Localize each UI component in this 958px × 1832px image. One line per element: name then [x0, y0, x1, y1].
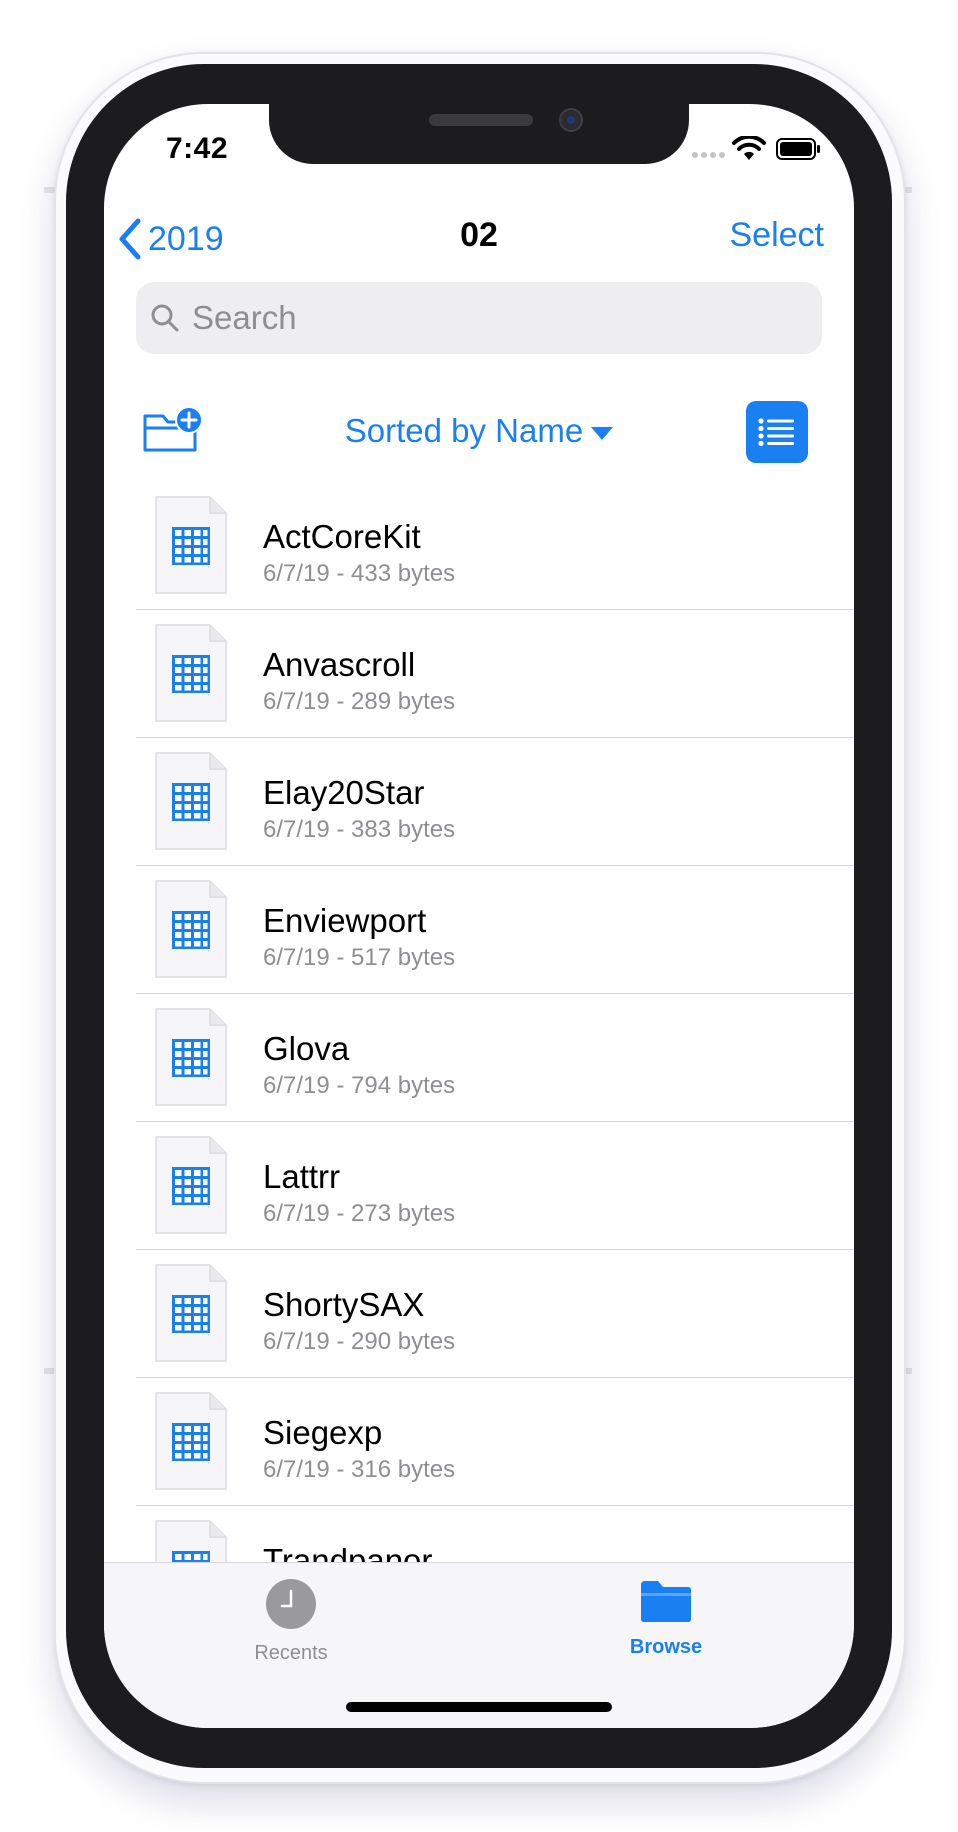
spreadsheet-file-icon [155, 1392, 227, 1490]
file-row[interactable]: ActCoreKit 6/7/19 - 433 bytes [136, 482, 854, 610]
front-camera [559, 108, 583, 132]
file-name: Elay20Star [263, 774, 425, 811]
spreadsheet-file-icon [155, 624, 227, 722]
file-meta: 6/7/19 - 383 bytes [263, 816, 456, 843]
tab-browse-label: Browse [629, 1636, 703, 1658]
file-meta: 6/7/19 - 289 bytes [263, 688, 456, 715]
file-row[interactable]: ShortySAX 6/7/19 - 290 bytes [136, 1250, 854, 1378]
new-folder-icon[interactable] [142, 406, 206, 454]
search-bar[interactable] [136, 282, 822, 354]
status-time: 7:42 [166, 132, 229, 165]
file-meta: 6/7/19 - 794 bytes [263, 1072, 456, 1099]
sort-button[interactable]: Sorted by Name [344, 412, 614, 449]
speaker-grille [429, 114, 533, 126]
phone-screen: 7:42 2019 02 Select Sorted by Nam [104, 104, 854, 1728]
select-button[interactable]: Select [730, 216, 825, 255]
wifi-icon [732, 136, 766, 160]
file-meta: 6/7/19 - 433 bytes [263, 560, 456, 587]
file-row[interactable]: Elay20Star 6/7/19 - 383 bytes [136, 738, 854, 866]
clock-icon [266, 1579, 316, 1629]
file-row[interactable]: Siegexp 6/7/19 - 316 bytes [136, 1378, 854, 1506]
list-view-icon [758, 418, 794, 447]
home-indicator[interactable] [346, 1702, 612, 1712]
file-meta: 6/7/19 - 316 bytes [263, 1456, 456, 1483]
file-meta: 6/7/19 - 290 bytes [263, 1328, 456, 1355]
file-name: Lattrr [263, 1158, 341, 1195]
caret-down-icon [591, 426, 614, 440]
search-icon [151, 304, 179, 332]
spreadsheet-file-icon [155, 1136, 227, 1234]
file-name: Enviewport [263, 902, 427, 939]
file-meta: 6/7/19 - 273 bytes [263, 1200, 456, 1227]
file-name: ActCoreKit [263, 518, 421, 555]
file-list: ActCoreKit 6/7/19 - 433 bytes Anvascroll… [136, 482, 854, 1634]
search-input[interactable] [190, 298, 794, 338]
file-name: Siegexp [263, 1414, 383, 1451]
cellular-dots-icon [692, 152, 725, 158]
file-name: ShortySAX [263, 1286, 425, 1323]
spreadsheet-file-icon [155, 496, 227, 594]
file-row[interactable]: Glova 6/7/19 - 794 bytes [136, 994, 854, 1122]
battery-icon [776, 138, 820, 160]
notch [269, 104, 689, 164]
spreadsheet-file-icon [155, 1008, 227, 1106]
file-name: Anvascroll [263, 646, 416, 683]
folder-icon [641, 1581, 691, 1622]
spreadsheet-file-icon [155, 880, 227, 978]
list-view-button[interactable] [746, 401, 808, 463]
file-row[interactable]: Anvascroll 6/7/19 - 289 bytes [136, 610, 854, 738]
tab-recents[interactable]: Recents [201, 1577, 381, 1665]
tab-browse[interactable]: Browse [576, 1577, 756, 1659]
file-name: Glova [263, 1030, 350, 1067]
spreadsheet-file-icon [155, 752, 227, 850]
file-row[interactable]: Lattrr 6/7/19 - 273 bytes [136, 1122, 854, 1250]
spreadsheet-file-icon [155, 1264, 227, 1362]
tab-recents-label: Recents [254, 1642, 328, 1664]
file-meta: 6/7/19 - 517 bytes [263, 944, 456, 971]
sort-label: Sorted by Name [344, 412, 584, 449]
sort-control: Sorted by Name [104, 412, 854, 450]
file-row[interactable]: Enviewport 6/7/19 - 517 bytes [136, 866, 854, 994]
